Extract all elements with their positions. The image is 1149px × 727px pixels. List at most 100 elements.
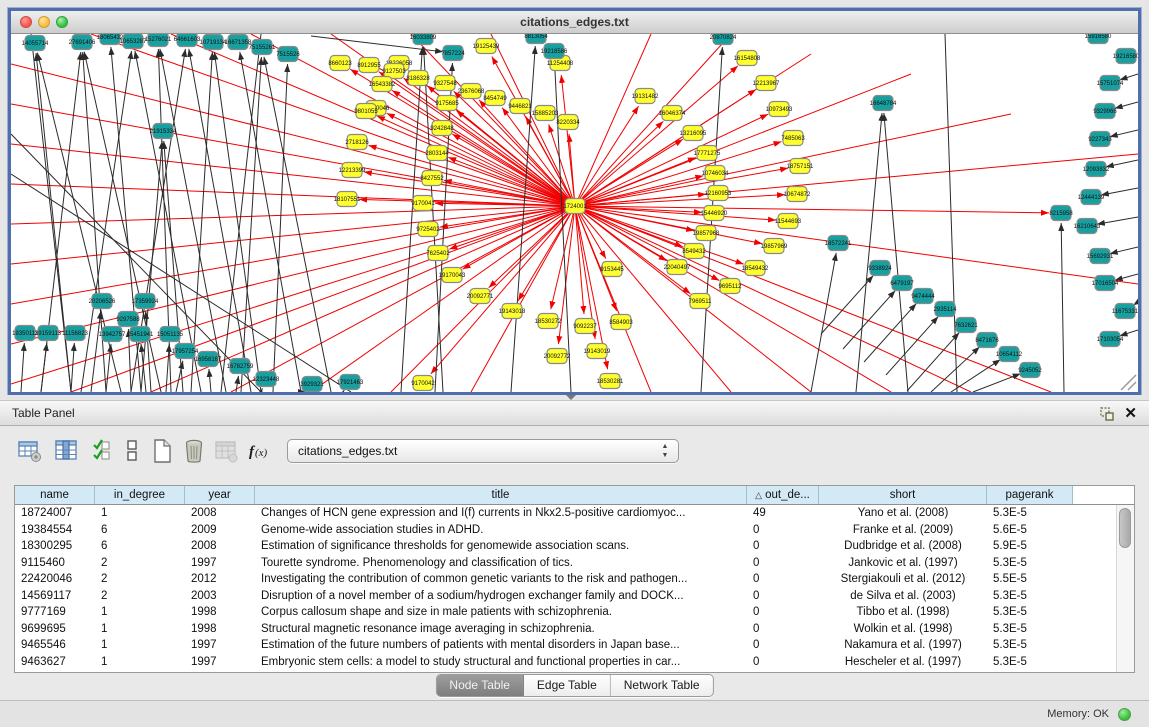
- table-cell: 9463627: [15, 654, 95, 671]
- graph-node-label: 8813054: [524, 34, 548, 40]
- function-builder-icon[interactable]: f (x): [246, 437, 274, 465]
- table-cell: 5.3E-5: [987, 654, 1073, 671]
- graph-node-label: 10973493: [766, 107, 793, 113]
- table-cell: 5.3E-5: [987, 588, 1073, 605]
- graph-nodes: 1724001917568592428482803144842755291700…: [12, 34, 1138, 392]
- table-cell: 5.3E-5: [987, 604, 1073, 621]
- graph-node-label: 75155261: [249, 45, 276, 51]
- graph-node-label: 11544693: [775, 219, 802, 225]
- graph-node-label: 9245052: [1018, 368, 1042, 374]
- table-row[interactable]: 946362711997Embryonic stem cells: a mode…: [15, 654, 1117, 671]
- column-header-pagerank[interactable]: pagerank: [987, 486, 1073, 504]
- table-cell: Jankovic et al. (1997): [819, 555, 987, 572]
- graph-node-label: 16154808: [734, 56, 761, 62]
- vertical-scrollbar[interactable]: [1116, 505, 1134, 672]
- attribute-table: namein_degreeyeartitle△out_de...shortpag…: [14, 485, 1135, 673]
- table-cell: Genome-wide association studies in ADHD.: [255, 522, 747, 539]
- graph-node-label: 19216580: [1113, 54, 1138, 60]
- table-cell: Tourette syndrome. Phenomenology and cla…: [255, 555, 747, 572]
- graph-node-label: 14055714: [22, 41, 49, 47]
- column-header-year[interactable]: year: [185, 486, 255, 504]
- table-cell: 5.5E-5: [987, 571, 1073, 588]
- graph-node-label: 19857968: [693, 231, 720, 237]
- table-cell: 5.3E-5: [987, 637, 1073, 654]
- graph-node-label: 11254408: [547, 61, 574, 67]
- graph-node-label: 7632621: [954, 323, 978, 329]
- graph-node-label: 9801055: [354, 109, 378, 115]
- table-cell: 1: [95, 621, 185, 638]
- table-rows: 1872400712008Changes of HCN gene express…: [15, 505, 1117, 672]
- table-cell: 9777169: [15, 604, 95, 621]
- table-row[interactable]: 1938455462009Genome-wide association stu…: [15, 522, 1117, 539]
- graph-node-label: 7625402: [426, 251, 450, 257]
- graph-node-label: 20092772: [544, 354, 571, 360]
- network-window-titlebar[interactable]: citations_edges.txt: [11, 11, 1138, 34]
- table-cell: 9115460: [15, 555, 95, 572]
- table-cell: 1: [95, 604, 185, 621]
- close-panel-icon[interactable]: ✕: [1124, 404, 1137, 422]
- table-row[interactable]: 946554611997Estimation of the future num…: [15, 637, 1117, 654]
- graph-node-label: 15885203: [532, 111, 559, 117]
- column-select-icon[interactable]: [52, 437, 80, 465]
- graph-node-label: 8186328: [406, 76, 430, 82]
- graph-node-label: 12213399: [339, 168, 366, 174]
- table-cell: Stergiakouli et al. (2012): [819, 571, 987, 588]
- graph-node-label: 16046374: [659, 111, 686, 117]
- graph-node-label: 17359924: [132, 299, 159, 305]
- select-rows-icon[interactable]: [88, 437, 116, 465]
- graph-node-label: 21915334: [150, 129, 177, 135]
- graph-node-label: 19143019: [584, 349, 611, 355]
- tab-edge-table[interactable]: Edge Table: [524, 675, 611, 696]
- table-cell: 9699695: [15, 621, 95, 638]
- graph-node-label: 18572241: [825, 241, 852, 247]
- table-cell: Embryonic stem cells: a model to study s…: [255, 654, 747, 671]
- table-row[interactable]: 911546021997Tourette syndrome. Phenomeno…: [15, 555, 1117, 572]
- graph-node-label: 7969511: [689, 299, 713, 305]
- table-row[interactable]: 2242004622012Investigating the contribut…: [15, 571, 1117, 588]
- tab-network-table[interactable]: Network Table: [611, 675, 713, 696]
- column-header-in_degree[interactable]: in_degree: [95, 486, 185, 504]
- graph-node-label: 15692931: [1087, 254, 1114, 260]
- table-row[interactable]: 977716911998Corpus callosum shape and si…: [15, 604, 1117, 621]
- graph-node-label: 16648784: [870, 101, 897, 107]
- column-header-short[interactable]: short: [819, 486, 987, 504]
- graph-node-label: 16210643: [1074, 224, 1101, 230]
- graph-node-label: 12323448: [253, 377, 280, 383]
- table-row[interactable]: 1830029562008Estimation of significance …: [15, 538, 1117, 555]
- float-panel-icon[interactable]: [1099, 406, 1115, 422]
- graph-node-label: 9725402: [416, 227, 440, 233]
- graph-node-label: 22040497: [664, 265, 691, 271]
- table-cell: 5.3E-5: [987, 621, 1073, 638]
- column-header-out_de[interactable]: △out_de...: [747, 486, 819, 504]
- resize-grip-icon[interactable]: [1121, 375, 1136, 390]
- graph-node-label: 19218586: [541, 49, 568, 55]
- table-cell: Nakamura et al. (1997): [819, 637, 987, 654]
- tab-node-table[interactable]: Node Table: [436, 675, 524, 696]
- table-cell: 0: [747, 555, 819, 572]
- graph-node-label: 9170042: [411, 381, 435, 387]
- table-cell: de Silva et al. (2003): [819, 588, 987, 605]
- graph-node-label: 11156823: [62, 331, 88, 337]
- scrollbar-thumb[interactable]: [1119, 508, 1131, 548]
- graph-node-label: 8471676: [975, 338, 999, 344]
- table-cell: 0: [747, 654, 819, 671]
- new-document-icon[interactable]: [148, 437, 176, 465]
- column-header-title[interactable]: title: [255, 486, 747, 504]
- table-cell: 1997: [185, 637, 255, 654]
- network-canvas[interactable]: 1724001917568592428482803144842755291700…: [11, 34, 1138, 392]
- table-row[interactable]: 1456911722003Disruption of a novel membe…: [15, 588, 1117, 605]
- row-height-icon[interactable]: [118, 437, 146, 465]
- column-header-filler: [1073, 486, 1134, 504]
- citation-network-graph[interactable]: 1724001917568592428482803144842755291700…: [11, 34, 1138, 392]
- sort-ascending-icon: △: [755, 490, 762, 500]
- table-settings-icon[interactable]: [16, 437, 44, 465]
- memory-status-label: Memory: OK: [1047, 701, 1109, 727]
- table-cell: 5.3E-5: [987, 555, 1073, 572]
- column-header-name[interactable]: name: [15, 486, 95, 504]
- delete-table-trash-icon[interactable]: [180, 437, 208, 465]
- table-row[interactable]: 969969511998Structural magnetic resonanc…: [15, 621, 1117, 638]
- table-row[interactable]: 1872400712008Changes of HCN gene express…: [15, 505, 1117, 522]
- table-cell: 2008: [185, 505, 255, 522]
- table-selector-dropdown[interactable]: citations_edges.txt ▲▼: [287, 439, 679, 463]
- graph-node-label: 9092237: [573, 324, 597, 330]
